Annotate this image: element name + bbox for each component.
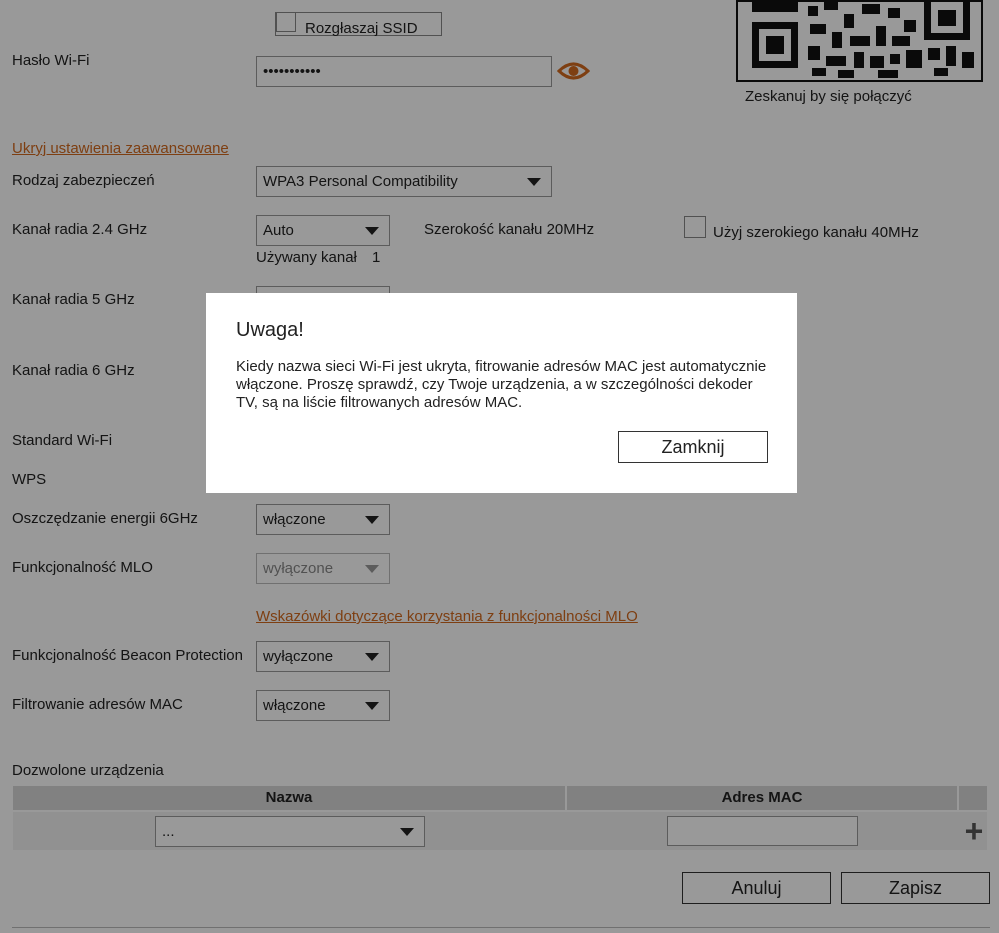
dialog-message: Kiedy nazwa sieci Wi-Fi jest ukryta, fit…: [236, 358, 767, 411]
close-button[interactable]: Zamknij: [618, 431, 768, 463]
dialog-title: Uwaga!: [236, 319, 304, 341]
warning-dialog: Uwaga! Kiedy nazwa sieci Wi-Fi jest ukry…: [206, 293, 797, 493]
